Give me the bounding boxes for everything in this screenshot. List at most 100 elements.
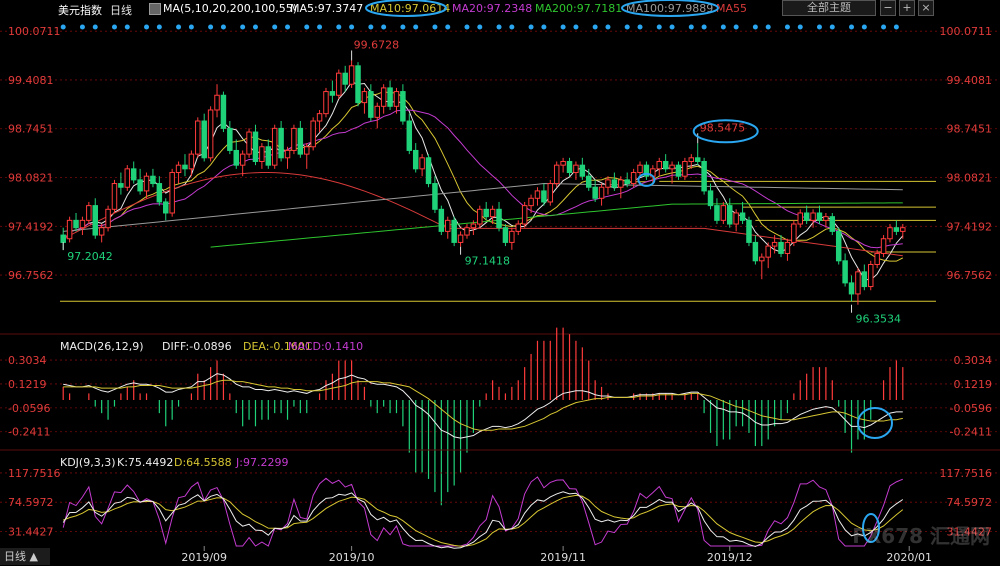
kdj-d-label: D:64.5588	[174, 456, 232, 469]
signal-dot	[592, 24, 598, 30]
date-axis-label: 2019/11	[540, 551, 586, 564]
candle-body	[900, 227, 906, 232]
candle-body	[400, 91, 406, 122]
candle-body	[477, 208, 483, 225]
candle-body	[355, 65, 361, 104]
signal-dot	[560, 24, 566, 30]
candle-body	[759, 256, 765, 262]
kdj-axis-left-label: 31.4427	[8, 525, 54, 538]
signal-dot	[285, 24, 291, 30]
candle-body	[560, 160, 566, 166]
signal-dot	[252, 24, 258, 30]
candle-body	[188, 153, 195, 170]
signal-dot	[464, 24, 470, 30]
kdj-axis-left-label: 117.7516	[8, 467, 61, 480]
candle-body	[797, 212, 803, 225]
period-tab[interactable]: 日线 ▲	[0, 548, 50, 565]
macd-axis-right-label: 0.3034	[954, 354, 993, 367]
candle-body	[432, 183, 438, 210]
signal-dot	[92, 24, 98, 30]
price-axis-left-label: 98.7451	[8, 123, 54, 136]
candle-body	[457, 234, 464, 243]
candle-body	[323, 91, 329, 115]
candle-body	[701, 160, 707, 192]
signal-dot	[60, 24, 66, 30]
signal-dot	[240, 24, 246, 30]
candle-body	[618, 179, 624, 188]
candle-body	[79, 219, 86, 229]
candle-body	[207, 109, 214, 159]
low-annotation: 97.2042	[67, 250, 113, 263]
candle-body	[278, 127, 284, 159]
watermark-logo: FX678 汇通网	[852, 524, 990, 548]
signal-dot	[272, 24, 278, 30]
candle-body	[111, 183, 118, 210]
candle-body	[368, 91, 374, 118]
candle-body	[765, 245, 771, 258]
candle-body	[573, 164, 579, 174]
candle-body	[60, 234, 66, 243]
candle-body	[515, 223, 521, 232]
candle-body	[714, 205, 720, 221]
candle-body	[611, 179, 618, 188]
candle-body	[823, 216, 829, 221]
candle-body	[227, 127, 233, 151]
candle-body	[579, 164, 586, 177]
price-axis-left-label: 96.7562	[8, 269, 54, 282]
signal-dot	[220, 24, 226, 30]
signal-dot	[669, 24, 675, 30]
signal-dot	[176, 24, 182, 30]
date-axis-label: 2019/12	[707, 551, 753, 564]
candle-body	[586, 175, 592, 188]
candle-body	[342, 72, 348, 85]
candle-body	[92, 205, 98, 236]
signal-dot	[733, 24, 739, 30]
price-axis-right-label: 100.0711	[940, 25, 993, 38]
macd-axis-left-label: 0.1219	[8, 378, 47, 391]
signal-dot	[381, 24, 387, 30]
kdj-axis-right-label: 117.7516	[940, 467, 993, 480]
candle-body	[547, 183, 554, 203]
candle-body	[752, 241, 759, 262]
candle-body	[887, 227, 893, 240]
dxy-chart[interactable]: 100.0711 100.0711 99.4081 99.4081 98.7451 98.…	[0, 0, 1000, 566]
candle-body	[598, 186, 605, 199]
candle-body	[720, 205, 727, 221]
candle-body	[816, 212, 823, 221]
candle-body	[265, 146, 272, 166]
macd-axis-right-label: -0.0596	[950, 402, 992, 415]
candle-body	[534, 190, 541, 199]
signal-dot	[496, 24, 502, 30]
signal-dot	[861, 24, 867, 30]
candle-body	[380, 87, 387, 107]
candle-body	[707, 190, 714, 207]
price-axis-left-label: 100.0711	[8, 25, 61, 38]
candle-body	[387, 87, 393, 107]
candle-body	[810, 212, 816, 221]
candle-body	[130, 168, 137, 181]
price-axis-left-label: 97.4192	[8, 220, 54, 233]
candle-body	[675, 164, 682, 177]
signal-dot	[400, 24, 406, 30]
candle-body	[438, 208, 445, 232]
candle-body	[118, 183, 124, 188]
candle-body	[182, 164, 188, 170]
price-axis-right-label: 98.7451	[947, 123, 993, 136]
candle-body	[393, 91, 400, 107]
signal-dot	[656, 24, 662, 30]
kdj-d-line	[63, 494, 904, 547]
candle-body	[791, 223, 797, 243]
candle-body	[220, 94, 227, 129]
candle-body	[630, 172, 637, 185]
price-axis-right-label: 97.4192	[947, 220, 993, 233]
candle-body	[406, 120, 413, 151]
low-annotation: 96.3534	[856, 313, 902, 326]
macd-axis-right-label: 0.1219	[954, 378, 993, 391]
candle-body	[259, 146, 265, 162]
candle-body	[502, 227, 509, 243]
macd-axis-left-label: -0.0596	[8, 402, 50, 415]
candle-body	[842, 260, 848, 284]
candle-body	[271, 127, 278, 166]
signal-dot	[637, 24, 643, 30]
candle-body	[419, 157, 425, 170]
